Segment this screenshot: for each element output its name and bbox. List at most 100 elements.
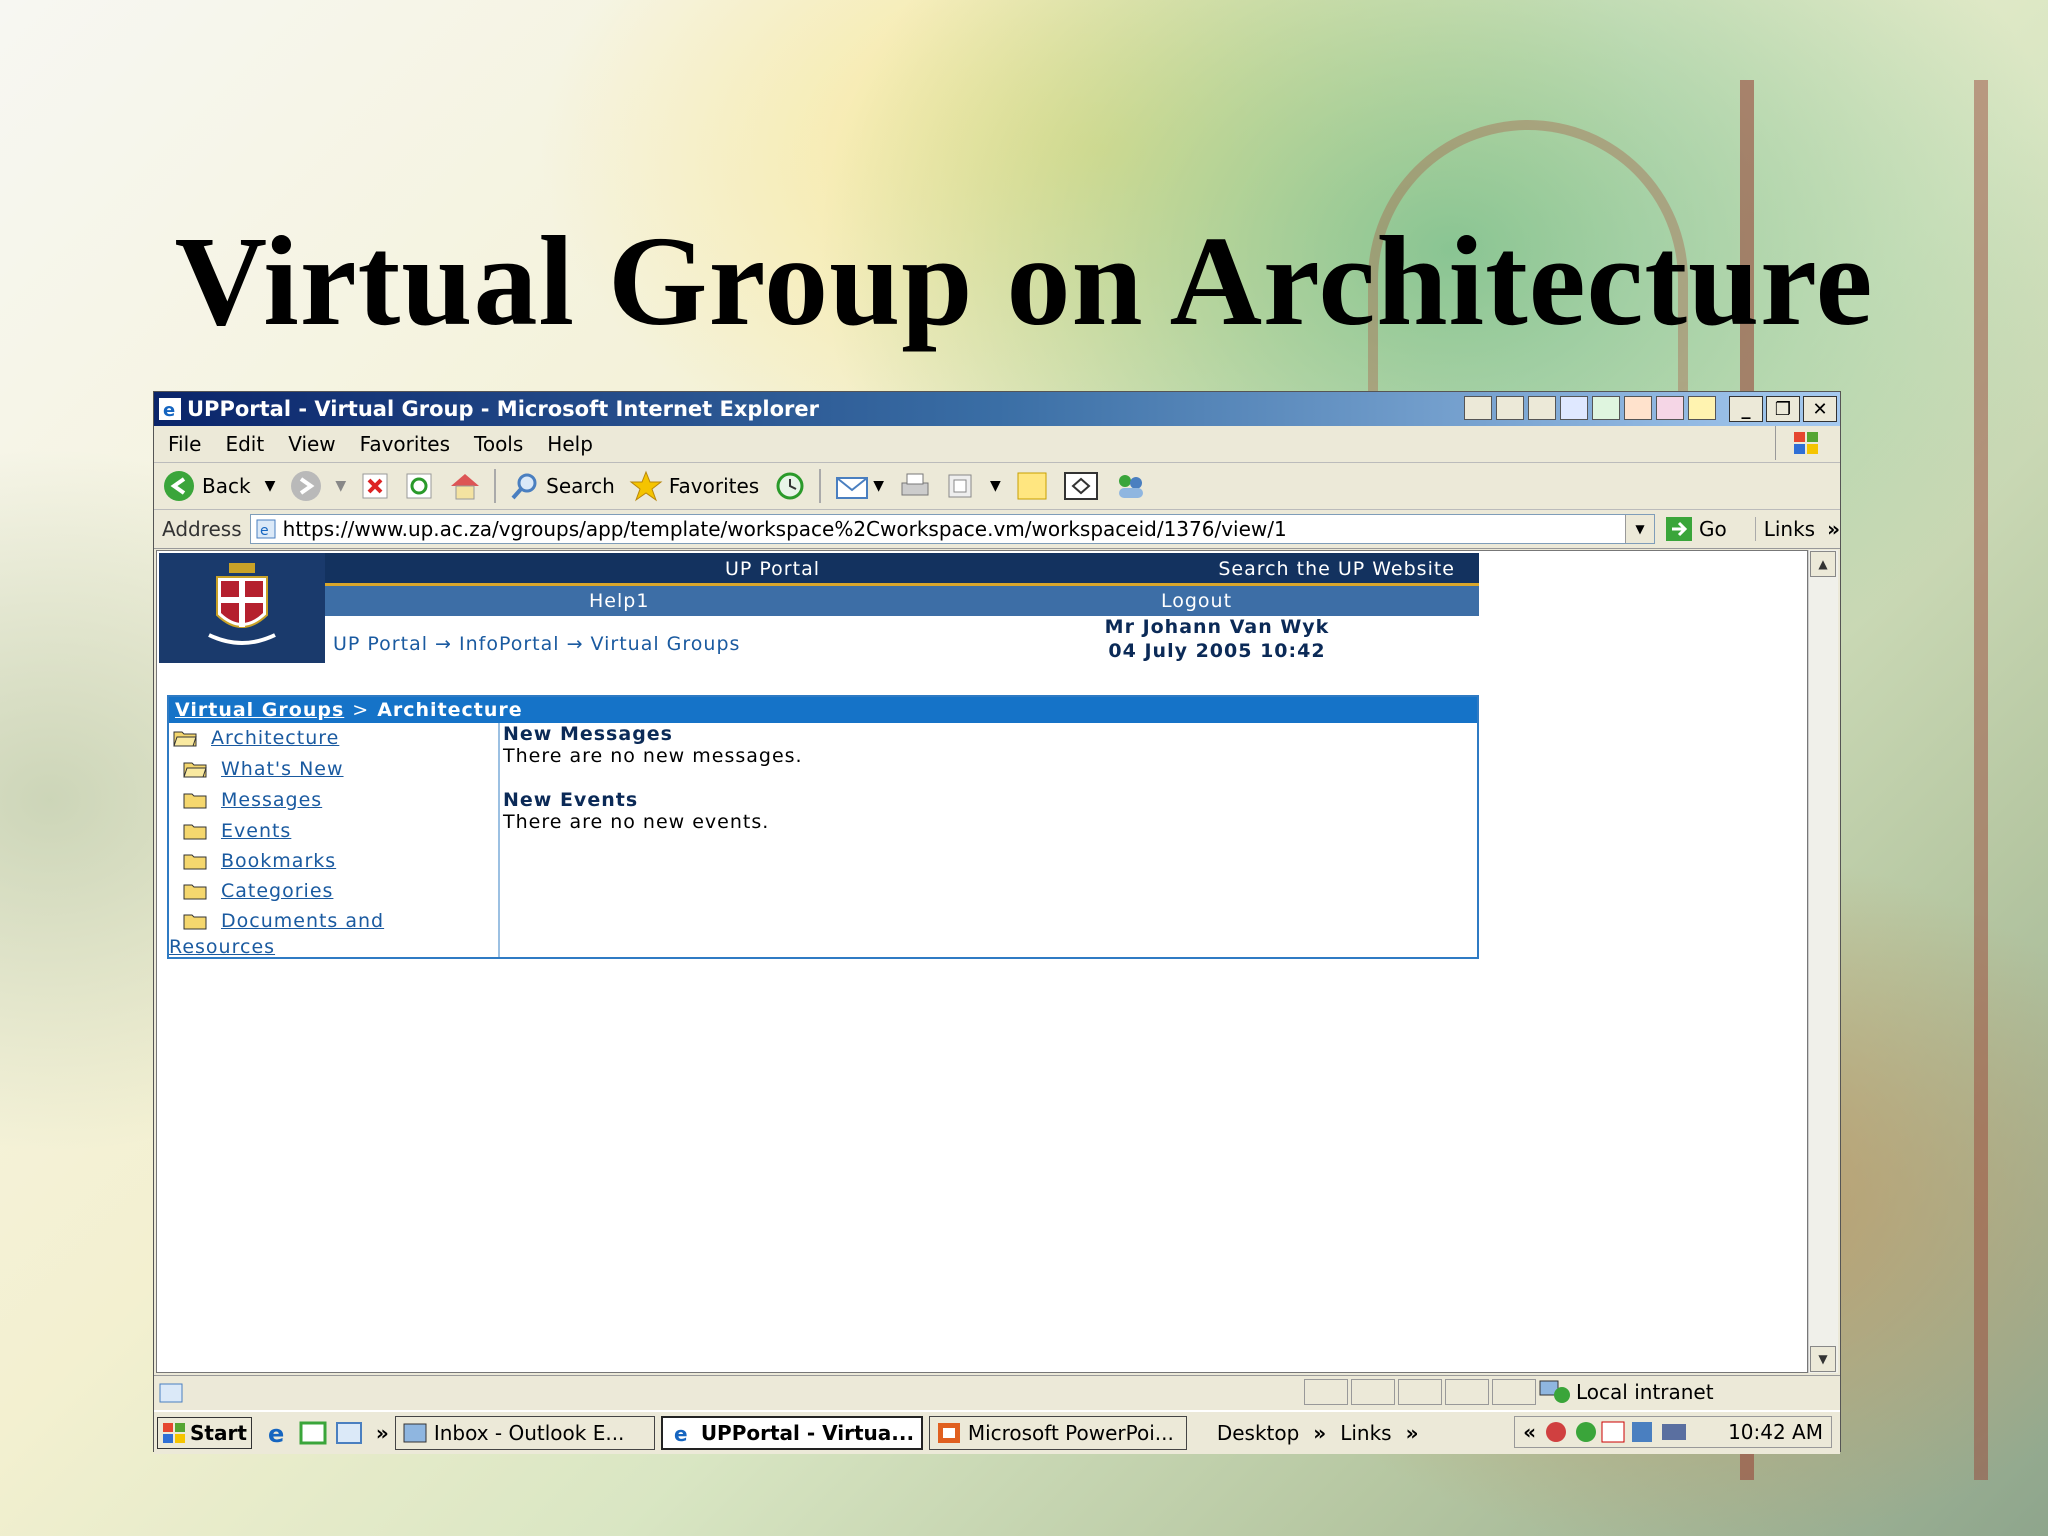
print-button[interactable] — [898, 471, 932, 501]
address-url: https://www.up.ac.za/vgroups/app/templat… — [282, 517, 1287, 541]
app-icon[interactable] — [1464, 396, 1492, 420]
links-toolbar[interactable]: Links — [1754, 517, 1815, 541]
window-titlebar[interactable]: e UPPortal - Virtual Group - Microsoft I… — [154, 392, 1840, 426]
menu-view[interactable]: View — [288, 432, 335, 456]
stop-button[interactable] — [360, 471, 390, 501]
excel-icon[interactable] — [1592, 396, 1620, 420]
chevron-right-icon[interactable]: » — [1406, 1421, 1419, 1445]
system-tray: « 10:42 AM — [1514, 1416, 1832, 1448]
chevron-left-icon[interactable]: « — [1523, 1420, 1536, 1444]
menu-help[interactable]: Help — [547, 432, 593, 456]
ie-page-quicklaunch-icon[interactable] — [334, 1419, 364, 1447]
task-upportal[interactable]: e UPPortal - Virtua... — [660, 1416, 923, 1450]
back-arrow-icon — [164, 471, 194, 501]
research-button[interactable] — [1063, 471, 1099, 501]
app-icon[interactable] — [1496, 396, 1524, 420]
app-icon[interactable] — [1528, 396, 1556, 420]
logout-link[interactable]: Logout — [1161, 590, 1232, 612]
address-dropdown-icon[interactable]: ▼ — [1624, 515, 1654, 543]
folder-icon[interactable] — [1688, 396, 1716, 420]
intranet-icon — [1539, 1380, 1570, 1403]
back-button[interactable]: Back ▼ — [162, 469, 275, 503]
restore-button[interactable]: ❐ — [1766, 396, 1800, 422]
messages-text: There are no new messages. — [503, 745, 803, 767]
chevron-right-icon[interactable]: » — [1827, 517, 1840, 541]
folder-icon — [183, 793, 207, 809]
stop-icon — [362, 473, 388, 499]
discuss-button[interactable] — [1015, 471, 1049, 501]
forward-dropdown-icon[interactable]: ▼ — [335, 478, 346, 494]
home-button[interactable] — [448, 471, 482, 501]
standard-toolbar: Back ▼ ▼ Search Favorites ▼ ▼ — [154, 463, 1840, 510]
close-button[interactable]: ✕ — [1803, 396, 1837, 422]
address-input[interactable]: e https://www.up.ac.za/vgroups/app/templ… — [249, 514, 1655, 544]
task-label: Microsoft PowerPoi... — [967, 1421, 1174, 1445]
nav-categories[interactable]: Categories — [183, 880, 333, 902]
vertical-scrollbar[interactable]: ▲ ▼ — [1808, 550, 1838, 1373]
mail-button[interactable]: ▼ — [835, 472, 884, 500]
minimize-button[interactable]: _ — [1729, 396, 1763, 422]
nav-messages[interactable]: Messages — [183, 789, 322, 811]
user-name: Mr Johann Van Wyk — [1104, 616, 1330, 638]
scroll-up-icon[interactable]: ▲ — [1810, 551, 1836, 577]
crumb-separator: > — [352, 699, 370, 721]
virtual-group-panel: Virtual Groups > Architecture Architectu… — [167, 695, 1479, 959]
forward-button[interactable]: ▼ — [289, 469, 346, 503]
menu-tools[interactable]: Tools — [474, 432, 523, 456]
nav-bookmarks[interactable]: Bookmarks — [183, 850, 336, 872]
history-button[interactable] — [773, 471, 807, 501]
folder-icon — [183, 824, 207, 840]
menu-edit[interactable]: Edit — [225, 432, 264, 456]
up-portal-link[interactable]: UP Portal — [725, 558, 820, 580]
messenger-button[interactable] — [1113, 471, 1147, 501]
chevron-right-icon[interactable]: » — [376, 1421, 389, 1445]
nav-architecture[interactable]: Architecture — [173, 727, 339, 749]
mail-icon — [836, 477, 869, 499]
menu-file[interactable]: File — [168, 432, 201, 456]
back-dropdown-icon[interactable]: ▼ — [265, 478, 276, 494]
folder-icon — [183, 914, 207, 930]
ie-quicklaunch-icon[interactable]: e — [262, 1419, 292, 1447]
panel-header: Virtual Groups > Architecture — [169, 697, 1477, 723]
task-powerpoint[interactable]: Microsoft PowerPoi... — [928, 1416, 1187, 1450]
security-zone: Local intranet — [1538, 1379, 1714, 1405]
back-label: Back — [202, 474, 251, 498]
links-toolbar[interactable]: Links — [1340, 1421, 1391, 1445]
slide-title: Virtual Group on Architecture — [174, 210, 1874, 352]
open-folder-icon — [173, 731, 197, 747]
powerpoint-icon — [937, 1423, 960, 1443]
nav-documents[interactable]: Documents and — [183, 910, 384, 932]
edit-page-icon — [948, 474, 972, 498]
task-label: UPPortal - Virtua... — [700, 1421, 915, 1445]
menu-favorites[interactable]: Favorites — [360, 432, 450, 456]
breadcrumb[interactable]: UP Portal → InfoPortal → Virtual Groups — [333, 633, 740, 655]
help-link[interactable]: Help1 — [589, 590, 649, 612]
search-website-link[interactable]: Search the UP Website — [1218, 558, 1455, 580]
go-button[interactable]: Go — [1665, 516, 1727, 542]
outlook-icon — [403, 1423, 427, 1443]
taskbar: Start e » Inbox - Outlook E... e UPPorta… — [154, 1410, 1840, 1454]
desktop-toolbar[interactable]: Desktop — [1217, 1421, 1299, 1445]
nav-label: Documents and — [221, 910, 385, 932]
scroll-down-icon[interactable]: ▼ — [1810, 1346, 1836, 1372]
outlook-quicklaunch-icon[interactable] — [298, 1419, 328, 1447]
virtual-groups-link[interactable]: Virtual Groups — [175, 699, 344, 721]
access-icon[interactable] — [1656, 396, 1684, 420]
toolbar-separator — [819, 469, 822, 503]
refresh-button[interactable] — [404, 471, 434, 501]
favorites-button[interactable]: Favorites — [629, 470, 759, 502]
chevron-right-icon[interactable]: » — [1313, 1421, 1326, 1445]
start-button[interactable]: Start — [157, 1417, 252, 1449]
task-label: Inbox - Outlook E... — [433, 1421, 625, 1445]
powerpoint-icon[interactable] — [1624, 396, 1652, 420]
nav-resources[interactable]: Resources — [169, 936, 275, 958]
search-button[interactable]: Search — [510, 471, 615, 501]
nav-whats-new[interactable]: What's New — [183, 758, 344, 780]
nav-events[interactable]: Events — [183, 820, 291, 842]
tray-icons[interactable] — [1544, 1419, 1714, 1445]
refresh-icon — [406, 473, 432, 499]
edit-button[interactable]: ▼ — [946, 472, 1001, 500]
status-cells — [1304, 1379, 1536, 1405]
task-inbox[interactable]: Inbox - Outlook E... — [394, 1416, 655, 1450]
word-icon[interactable] — [1560, 396, 1588, 420]
